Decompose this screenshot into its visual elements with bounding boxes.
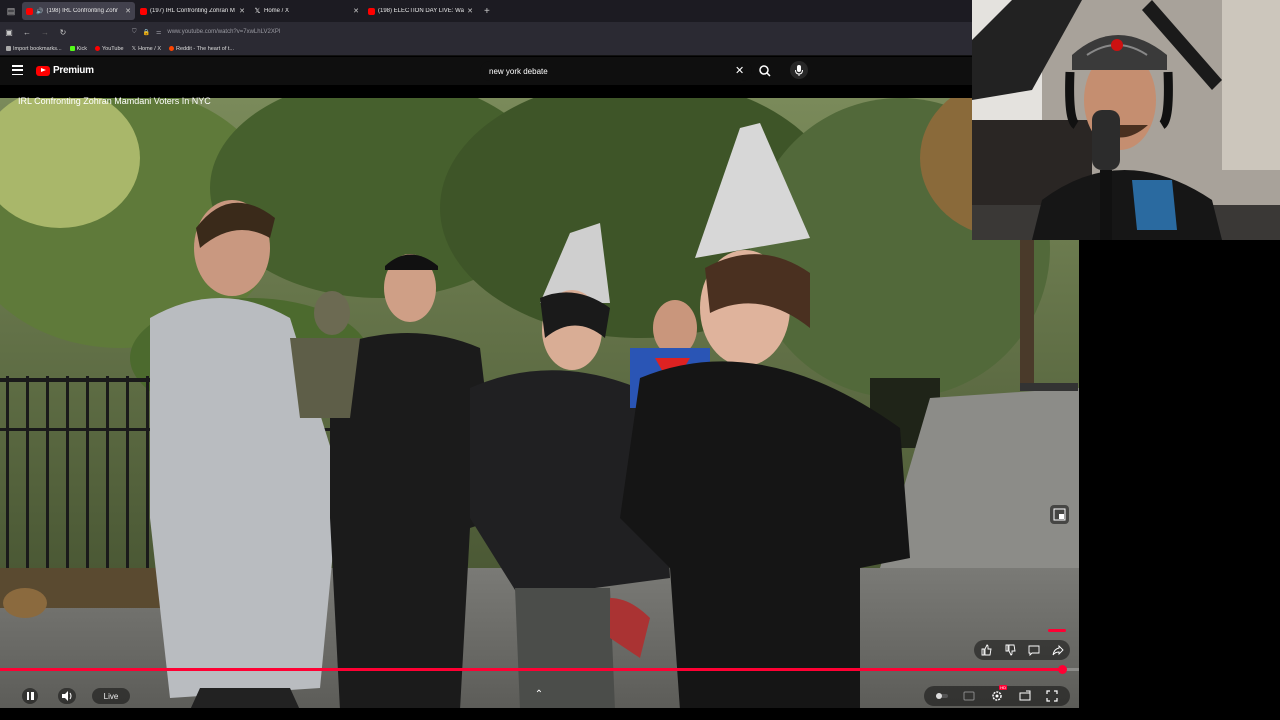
video-actions xyxy=(974,640,1070,660)
back-icon[interactable]: ← xyxy=(18,28,36,37)
video-player[interactable] xyxy=(0,98,1079,710)
empty-side-panel xyxy=(1079,240,1280,720)
plus-icon[interactable]: + xyxy=(484,6,490,17)
close-tab-icon[interactable]: ✕ xyxy=(353,7,359,15)
pause-icon xyxy=(31,692,34,700)
lock-icon[interactable]: 🔒 xyxy=(143,29,150,36)
bookmark-label: Home / X xyxy=(138,45,161,52)
autoplay-toggle-icon[interactable] xyxy=(935,689,949,703)
close-tab-icon[interactable]: ✕ xyxy=(125,7,131,15)
video-title: IRL Confronting Zohran Mamdani Voters In… xyxy=(18,96,211,106)
pause-icon xyxy=(26,692,29,700)
pause-button[interactable] xyxy=(22,688,38,704)
tab-4[interactable]: (198) ELECTION DAY LIVE: Wat ✕ xyxy=(364,2,477,20)
tab-title: (198) ELECTION DAY LIVE: Wat xyxy=(378,8,465,14)
audio-icon[interactable]: 🔊 xyxy=(36,8,43,15)
logo-text: Premium xyxy=(53,65,94,76)
bookmark-label: YouTube xyxy=(102,45,124,52)
import-icon xyxy=(6,46,11,51)
live-indicator-bar xyxy=(1048,629,1066,632)
live-label: Live xyxy=(103,691,119,701)
browser-tab-bar: ▤ 🔊 (198) IRL Confronting Zohr ✕ (197) I… xyxy=(0,0,972,22)
volume-button[interactable] xyxy=(58,688,76,704)
bookmark-label: Import bookmarks... xyxy=(13,45,62,52)
bookmark-label: Reddit - The heart of t... xyxy=(176,45,234,52)
tab-2[interactable]: (197) IRL Confronting Zohran M ✕ xyxy=(136,2,249,20)
search-input[interactable]: new york debate xyxy=(480,61,752,81)
screen: ▤ 🔊 (198) IRL Confronting Zohr ✕ (197) I… xyxy=(0,0,1280,720)
tab-list-icon[interactable]: ▤ xyxy=(0,0,22,22)
tab-title: (197) IRL Confronting Zohran M xyxy=(150,8,235,14)
gear-icon xyxy=(992,691,1002,701)
close-tab-icon[interactable]: ✕ xyxy=(239,7,245,15)
progress-fill xyxy=(0,668,1063,671)
miniplayer-button[interactable] xyxy=(1050,505,1069,524)
tab-1[interactable]: 🔊 (198) IRL Confronting Zohr ✕ xyxy=(22,2,135,20)
forward-icon[interactable]: → xyxy=(36,28,54,37)
close-tab-icon[interactable]: ✕ xyxy=(467,7,473,15)
search-icon xyxy=(759,65,771,77)
tab-title: Home / X xyxy=(264,8,290,14)
volume-icon xyxy=(62,691,72,701)
fullscreen-icon[interactable] xyxy=(1045,689,1059,703)
chevron-up-icon[interactable]: ⌃ xyxy=(532,689,546,703)
microphone-icon xyxy=(795,65,803,76)
clear-search-icon[interactable]: ✕ xyxy=(735,64,744,77)
video-frame xyxy=(0,98,1079,710)
kick-icon xyxy=(69,46,75,51)
player-settings-group: HD xyxy=(924,685,1070,706)
tab-title: (198) IRL Confronting Zohr xyxy=(46,8,118,14)
voice-search-button[interactable] xyxy=(790,61,808,79)
shield-icon[interactable]: ⛉ xyxy=(132,29,137,36)
bookmark-kick[interactable]: Kick xyxy=(69,45,87,52)
bookmark-x[interactable]: 𝕏 Home / X xyxy=(132,46,161,52)
bookmark-import[interactable]: Import bookmarks... xyxy=(6,46,62,52)
url-text[interactable]: www.youtube.com/watch?v=7xwLhLV2XPI xyxy=(167,29,280,35)
bookmark-label: Kick xyxy=(76,45,87,52)
search-button[interactable] xyxy=(756,62,774,80)
dislike-icon[interactable] xyxy=(1004,644,1016,656)
progress-bar[interactable] xyxy=(0,668,1079,671)
bottom-edge xyxy=(0,708,1079,720)
reload-icon[interactable]: ↻ xyxy=(54,28,72,37)
browser-toolbar: ▣ ← → ↻ ⛉ 🔒 ⚌ www.youtube.com/watch?v=7x… xyxy=(0,22,972,42)
menu-icon[interactable] xyxy=(12,65,23,75)
youtube-play-icon xyxy=(36,65,50,76)
youtube-header: Premium new york debate ✕ xyxy=(0,57,972,85)
hd-badge: HD xyxy=(999,685,1007,690)
theater-mode-icon[interactable] xyxy=(1018,689,1032,703)
like-icon[interactable] xyxy=(980,644,992,656)
tab-3[interactable]: 𝕏 Home / X ✕ xyxy=(250,2,363,20)
reddit-icon xyxy=(169,46,174,51)
permissions-icon[interactable]: ⚌ xyxy=(156,29,161,36)
youtube-icon xyxy=(95,46,100,51)
share-icon[interactable] xyxy=(1052,644,1064,656)
comment-icon[interactable] xyxy=(1028,644,1040,656)
webcam-overlay xyxy=(972,0,1280,240)
bookmarks-bar: Import bookmarks... Kick YouTube 𝕏 Home /… xyxy=(0,42,972,56)
x-icon: 𝕏 xyxy=(131,45,137,52)
bookmark-reddit[interactable]: Reddit - The heart of t... xyxy=(169,46,234,52)
youtube-favicon-icon xyxy=(140,7,147,15)
youtube-logo[interactable]: Premium xyxy=(36,65,94,76)
settings-button[interactable]: HD xyxy=(990,685,1007,703)
webcam-feed xyxy=(972,0,1280,240)
address-bar[interactable]: ⛉ 🔒 ⚌ www.youtube.com/watch?v=7xwLhLV2XP… xyxy=(132,29,281,36)
x-favicon-icon: 𝕏 xyxy=(254,7,261,15)
live-button[interactable]: Live xyxy=(92,688,130,704)
sidebar-toggle-icon[interactable]: ▣ xyxy=(0,28,18,37)
subtitles-icon[interactable] xyxy=(962,689,976,703)
youtube-favicon-icon xyxy=(26,7,33,15)
player-controls: Live ⌃ HD xyxy=(0,684,1079,708)
miniplayer-icon xyxy=(1053,508,1066,521)
bookmark-youtube[interactable]: YouTube xyxy=(95,46,124,52)
search-query: new york debate xyxy=(489,66,548,76)
youtube-favicon-icon xyxy=(368,7,375,15)
